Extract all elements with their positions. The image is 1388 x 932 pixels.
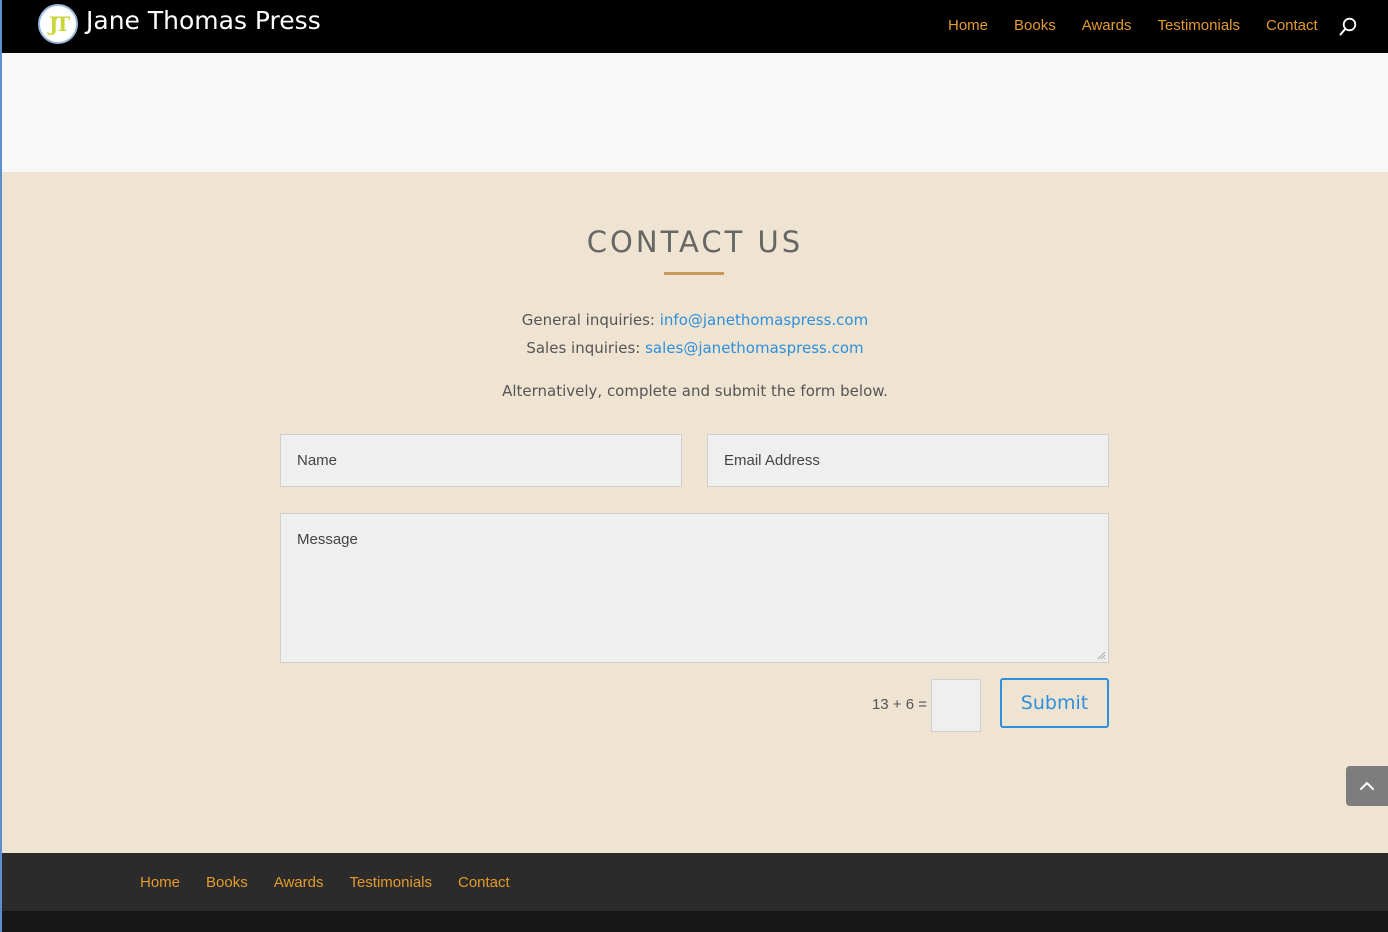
name-input[interactable] <box>280 434 682 487</box>
back-to-top-button[interactable] <box>1346 766 1388 806</box>
search-icon[interactable] <box>1339 17 1357 37</box>
footer-nav-testimonials[interactable]: Testimonials <box>349 873 432 893</box>
site-title[interactable]: Jane Thomas Press <box>86 4 321 38</box>
footer-nav-home[interactable]: Home <box>140 873 180 893</box>
message-input[interactable] <box>280 513 1109 663</box>
nav-contact[interactable]: Contact <box>1266 16 1318 36</box>
chevron-up-icon <box>1360 782 1374 790</box>
footer-nav-books[interactable]: Books <box>206 873 248 893</box>
captcha-question: 13 + 6 = <box>871 696 927 713</box>
sales-inquiries-label: Sales inquiries: <box>526 339 646 357</box>
sales-inquiries: Sales inquiries: sales@janethomaspress.c… <box>2 338 1388 358</box>
hero-spacer <box>2 53 1388 172</box>
form-intro-text: Alternatively, complete and submit the f… <box>502 382 888 400</box>
nav-books[interactable]: Books <box>1014 16 1056 36</box>
title-divider <box>664 272 724 275</box>
general-inquiries: General inquiries: info@janethomaspress.… <box>2 310 1388 330</box>
captcha-input[interactable] <box>931 679 981 732</box>
general-inquiries-label: General inquiries: <box>521 311 660 329</box>
footer-nav-awards[interactable]: Awards <box>274 873 324 893</box>
site-logo[interactable]: JT <box>38 4 78 44</box>
footer-nav: Home Books Awards Testimonials Contact <box>140 873 536 893</box>
sales-email-link[interactable]: sales@janethomaspress.com <box>645 339 864 357</box>
site-header: JT Jane Thomas Press Home Books Awards T… <box>2 0 1388 53</box>
logo-letters: JT <box>48 12 70 36</box>
page: JT Jane Thomas Press Home Books Awards T… <box>0 0 1388 932</box>
general-email-link[interactable]: info@janethomaspress.com <box>660 311 868 329</box>
contact-section: CONTACT US General inquiries: info@janet… <box>2 172 1388 853</box>
nav-testimonials[interactable]: Testimonials <box>1157 16 1240 36</box>
footer-nav-contact[interactable]: Contact <box>458 873 510 893</box>
submit-button[interactable]: Submit <box>1000 678 1109 728</box>
site-footer: Home Books Awards Testimonials Contact <box>2 853 1388 911</box>
footer-bottom-bar <box>2 911 1388 932</box>
top-nav: Home Books Awards Testimonials Contact <box>948 16 1344 36</box>
contact-title: CONTACT US <box>586 225 804 259</box>
nav-awards[interactable]: Awards <box>1082 16 1132 36</box>
resize-grip-icon[interactable] <box>1096 650 1106 660</box>
nav-home[interactable]: Home <box>948 16 988 36</box>
email-input[interactable] <box>707 434 1109 487</box>
